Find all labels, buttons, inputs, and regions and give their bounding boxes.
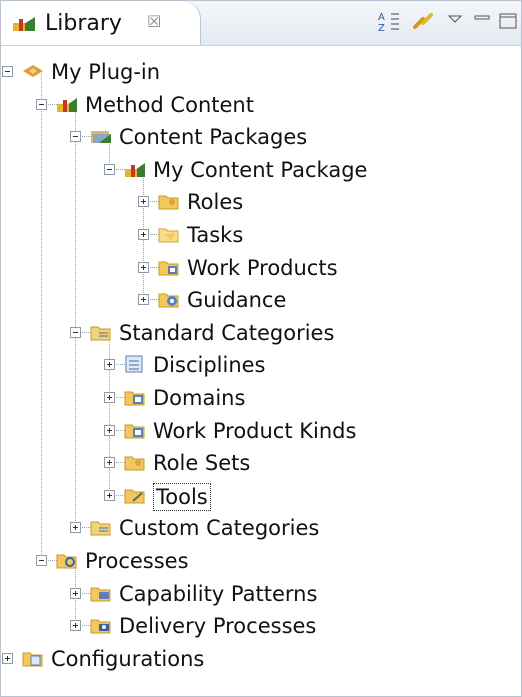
- expand-icon[interactable]: [70, 587, 81, 599]
- tree-node-label: Role Sets: [153, 451, 251, 476]
- expand-icon[interactable]: [70, 620, 81, 632]
- view-tab-bar: Library ☒ AZ: [1, 1, 521, 46]
- expand-icon[interactable]: [138, 261, 149, 273]
- domains-icon: [123, 387, 147, 407]
- link-editor-icon[interactable]: [411, 9, 435, 33]
- collapse-icon[interactable]: [70, 131, 81, 143]
- tree-node-tools[interactable]: Tools: [1, 481, 521, 513]
- expand-icon[interactable]: [104, 359, 115, 371]
- tree-node-label: Configurations: [51, 646, 205, 671]
- tree-node-processes[interactable]: Processes: [1, 546, 521, 578]
- collapse-icon[interactable]: [36, 98, 47, 110]
- tree-node-my-content-package[interactable]: My Content Package: [1, 155, 521, 187]
- svg-text:A: A: [378, 12, 385, 23]
- expand-icon[interactable]: [104, 392, 115, 403]
- tree-node-label: Work Product Kinds: [153, 418, 357, 443]
- capability-patterns-icon: [89, 583, 113, 603]
- disciplines-icon: [123, 354, 147, 374]
- expand-icon[interactable]: [104, 424, 115, 436]
- minimize-icon[interactable]: [471, 9, 495, 33]
- tree-node-label: Processes: [85, 549, 189, 573]
- tree-node-label: Standard Categories: [119, 320, 335, 345]
- tree-node-label: Content Packages: [119, 125, 308, 150]
- work-products-folder-icon: [157, 257, 181, 277]
- tree-node-label: Delivery Processes: [119, 614, 317, 639]
- tree-node-content-packages[interactable]: Content Packages: [1, 122, 521, 154]
- guidance-folder-icon: [157, 289, 181, 309]
- svg-text:Z: Z: [378, 23, 385, 33]
- library-tree: My Plug-in Method Content Content Packages…: [1, 45, 521, 696]
- maximize-icon[interactable]: [497, 9, 521, 33]
- tree-node-configurations[interactable]: Configurations: [1, 644, 521, 676]
- expand-icon[interactable]: [104, 489, 115, 501]
- tree-node-capability-patterns[interactable]: Capability Patterns: [1, 579, 521, 611]
- tree-node-label: Custom Categories: [119, 516, 320, 541]
- tree-node-label: Tasks: [187, 223, 244, 247]
- tree-node-label: My Plug-in: [51, 60, 161, 84]
- tree-node-tasks[interactable]: Tasks: [1, 220, 521, 252]
- tasks-folder-icon: [157, 224, 181, 244]
- close-icon[interactable]: ☒: [147, 12, 161, 31]
- tree-node-my-plug-in[interactable]: My Plug-in: [1, 57, 521, 89]
- collapse-icon[interactable]: [104, 163, 115, 175]
- plugin-icon: [21, 61, 45, 81]
- expand-icon[interactable]: [138, 294, 149, 306]
- tools-icon: [123, 485, 147, 505]
- tree-node-role-sets[interactable]: Role Sets: [1, 448, 521, 480]
- tree-node-delivery-processes[interactable]: Delivery Processes: [1, 611, 521, 643]
- tree-node-method-content[interactable]: Method Content: [1, 90, 521, 122]
- library-tab-title: Library: [45, 11, 122, 36]
- content-package-icon: [123, 159, 147, 179]
- tree-node-work-products[interactable]: Work Products: [1, 253, 521, 285]
- roles-folder-icon: [157, 191, 181, 211]
- library-tab[interactable]: Library ☒: [1, 1, 201, 45]
- processes-icon: [55, 550, 79, 570]
- tree-node-label: Disciplines: [153, 353, 266, 378]
- work-product-kinds-icon: [123, 420, 147, 440]
- tree-node-label: Method Content: [85, 92, 254, 117]
- expand-icon[interactable]: [70, 522, 81, 534]
- tree-node-disciplines[interactable]: Disciplines: [1, 350, 521, 382]
- tree-node-guidance[interactable]: Guidance: [1, 285, 521, 317]
- collapse-icon[interactable]: [70, 326, 81, 338]
- tree-node-label: Guidance: [187, 288, 287, 313]
- collapse-icon[interactable]: [36, 555, 47, 566]
- tree-node-domains[interactable]: Domains: [1, 383, 521, 415]
- custom-categories-icon: [89, 517, 113, 537]
- collapse-icon[interactable]: [2, 66, 13, 77]
- delivery-processes-icon: [89, 615, 113, 635]
- configurations-icon: [21, 648, 45, 668]
- tree-node-label: Tools: [153, 482, 211, 511]
- library-icon: [11, 13, 35, 33]
- tree-node-standard-categories[interactable]: Standard Categories: [1, 318, 521, 350]
- tree-node-label: Roles: [187, 190, 244, 215]
- view-menu-icon[interactable]: [445, 9, 469, 33]
- expand-icon[interactable]: [2, 652, 13, 664]
- tree-node-work-product-kinds[interactable]: Work Product Kinds: [1, 416, 521, 448]
- tree-node-label: Capability Patterns: [119, 581, 318, 606]
- tree-node-custom-categories[interactable]: Custom Categories: [1, 513, 521, 545]
- tree-node-label: Work Products: [187, 255, 338, 280]
- content-packages-icon: [89, 126, 113, 146]
- expand-icon[interactable]: [104, 457, 115, 469]
- expand-icon[interactable]: [138, 229, 149, 240]
- tree-node-label: My Content Package: [153, 157, 368, 182]
- tree-node-label: Domains: [153, 386, 246, 410]
- library-view: Library ☒ AZ My Plug-in Method Content Con…: [0, 0, 522, 697]
- method-content-icon: [55, 94, 79, 114]
- tree-node-roles[interactable]: Roles: [1, 187, 521, 219]
- expand-icon[interactable]: [138, 196, 149, 208]
- standard-categories-icon: [89, 322, 113, 342]
- role-sets-icon: [123, 452, 147, 472]
- sort-icon[interactable]: AZ: [377, 9, 401, 34]
